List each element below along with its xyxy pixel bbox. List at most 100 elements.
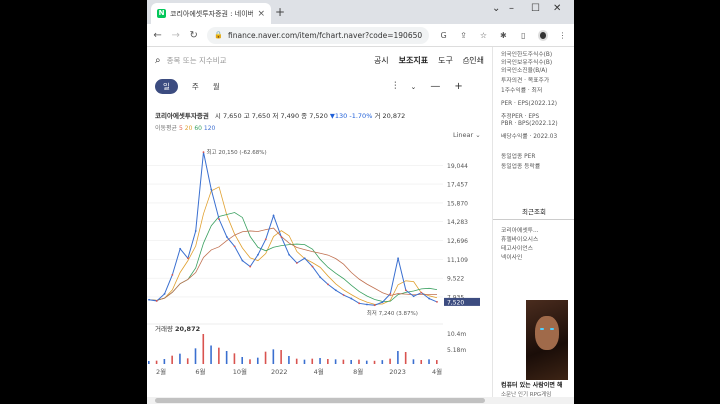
- scale-selector[interactable]: Linear ⌄: [453, 131, 481, 139]
- recent-item[interactable]: 코리아에셋투...: [501, 225, 539, 234]
- change-value: ▼130 -1.70%: [329, 112, 373, 120]
- browser-tab[interactable]: N 코리아에셋투자증권 : 네이버 증 ×: [151, 3, 271, 24]
- volume-bar: [256, 357, 259, 364]
- price-chart[interactable]: 19,044 17,457 15,870 14,283 12,696 11,109 9,52…: [147, 142, 492, 382]
- x-tick-label: 2월: [156, 367, 166, 376]
- menu-icon[interactable]: ⋮: [557, 31, 568, 40]
- price-point: [218, 218, 220, 221]
- price-point: [171, 273, 174, 276]
- volume-bar: [397, 351, 399, 364]
- naver-favicon-icon: N: [157, 9, 166, 18]
- ad-image[interactable]: [526, 300, 568, 380]
- indicators-button[interactable]: 보조지표: [399, 55, 428, 66]
- volume-bar: [319, 358, 321, 364]
- price-point: [436, 301, 438, 303]
- volume-bar: [311, 358, 314, 364]
- zoom-in-icon[interactable]: +: [454, 81, 462, 92]
- volume-bar: [179, 353, 181, 364]
- close-window-icon[interactable]: ✕: [553, 3, 561, 14]
- new-tab-button[interactable]: +: [275, 5, 285, 19]
- price-point: [397, 257, 399, 260]
- tab-title: 코리아에셋투자증권 : 네이버 증: [170, 9, 254, 18]
- info-sidebar: 외국인한도주식수(B) 외국인보유주식수(B) 외국인소진율(B/A) 투자의견 · …: [492, 47, 574, 398]
- price-point: [327, 283, 329, 286]
- price-point: [163, 292, 166, 295]
- moving-average-legend[interactable]: 이동평균 5 20 60 120: [155, 123, 215, 132]
- search-icon[interactable]: ⌕: [155, 55, 161, 66]
- recent-item[interactable]: 휴젤바이오시스: [501, 234, 538, 243]
- ma120-label: 120: [203, 125, 216, 132]
- period-week-button[interactable]: 주: [192, 81, 199, 92]
- price-point: [389, 292, 392, 295]
- print-button[interactable]: ⎙인쇄: [463, 55, 484, 66]
- tools-button[interactable]: 도구: [438, 55, 453, 66]
- volume-bar: [272, 349, 275, 364]
- volume-bar: [428, 359, 430, 364]
- tab-search-icon[interactable]: ⌄: [492, 3, 500, 14]
- forward-icon[interactable]: →: [171, 30, 180, 41]
- y-tick-label: 17,457: [447, 182, 468, 189]
- price-point: [233, 245, 236, 248]
- google-icon[interactable]: G: [438, 31, 449, 40]
- ad-title[interactable]: 컴퓨터 있는 사람이면 해: [501, 380, 562, 389]
- price-point: [319, 276, 322, 279]
- back-icon[interactable]: ←: [153, 30, 162, 41]
- price-point: [303, 257, 306, 260]
- recent-item[interactable]: 넥이사인: [501, 252, 522, 261]
- reload-icon[interactable]: ↻: [189, 30, 198, 41]
- current-price-label: 7,520: [447, 299, 464, 306]
- chevron-down-icon[interactable]: ⌄: [411, 83, 417, 91]
- volume-bar: [155, 360, 158, 364]
- price-point: [179, 247, 182, 250]
- address-bar: ← → ↻ 🔒 finance.naver.com/item/fchart.na…: [147, 24, 574, 47]
- price-point: [155, 300, 158, 302]
- sidebar-row: 1주수익률 · 최저: [501, 88, 543, 94]
- volume-bar: [241, 357, 244, 364]
- url-input[interactable]: 🔒 finance.naver.com/item/fchart.naver?co…: [207, 26, 430, 44]
- side-panel-icon[interactable]: ▯: [518, 31, 529, 40]
- sidebar-row: 동일업종 PER: [501, 154, 536, 160]
- volume-bar: [249, 359, 251, 364]
- volume-bar: [210, 345, 212, 364]
- sidebar-row: PBR · BPS(2022.12): [501, 121, 558, 127]
- bookmark-star-icon[interactable]: ☆: [478, 31, 489, 40]
- period-day-button[interactable]: 일: [155, 79, 178, 94]
- volume-bar: [358, 359, 360, 364]
- profile-avatar[interactable]: [537, 29, 549, 41]
- price-point: [280, 236, 283, 238]
- candlestick-type-icon[interactable]: ⫶: [394, 81, 397, 92]
- lock-icon[interactable]: 🔒: [214, 31, 223, 39]
- horizontal-scrollbar[interactable]: [147, 397, 574, 404]
- extensions-icon[interactable]: ✱: [498, 31, 509, 40]
- symbol-search-input[interactable]: 종목 또는 지수비교: [167, 55, 364, 66]
- x-tick-label: 6월: [195, 367, 205, 376]
- high-label: 고: [243, 112, 250, 120]
- volume-label: 거: [374, 112, 381, 120]
- price-point: [202, 151, 205, 154]
- y-tick-label: 15,870: [447, 200, 468, 207]
- price-point: [187, 257, 189, 260]
- recent-item[interactable]: 테고사이언스: [501, 243, 533, 252]
- open-label: 시: [214, 112, 221, 120]
- period-month-button[interactable]: 월: [213, 81, 220, 92]
- disclosure-button[interactable]: 공시: [374, 55, 389, 66]
- minimize-icon[interactable]: –: [509, 3, 514, 14]
- price-point: [381, 301, 384, 304]
- tab-recent[interactable]: 최근조회: [493, 204, 574, 220]
- y-tick-label: 19,044: [447, 163, 468, 170]
- ma60-label: 60: [194, 125, 202, 132]
- sidebar-row: 동일업종 등락률: [501, 164, 541, 170]
- price-point: [194, 230, 197, 232]
- zoom-out-icon[interactable]: —: [430, 81, 440, 92]
- chart-controls: ⫶ ⌄ — +: [394, 81, 463, 92]
- price-point: [334, 289, 337, 292]
- price-point: [288, 253, 291, 256]
- scale-label: Linear: [453, 131, 474, 139]
- sidebar-row: 추정PER · EPS: [501, 114, 540, 120]
- close-tab-icon[interactable]: ×: [257, 9, 265, 19]
- volume-bar: [218, 347, 220, 364]
- maximize-icon[interactable]: ☐: [531, 3, 540, 14]
- hscroll-thumb[interactable]: [155, 398, 485, 403]
- x-tick-label: 4월: [432, 367, 442, 376]
- share-icon[interactable]: ⇪: [458, 31, 469, 40]
